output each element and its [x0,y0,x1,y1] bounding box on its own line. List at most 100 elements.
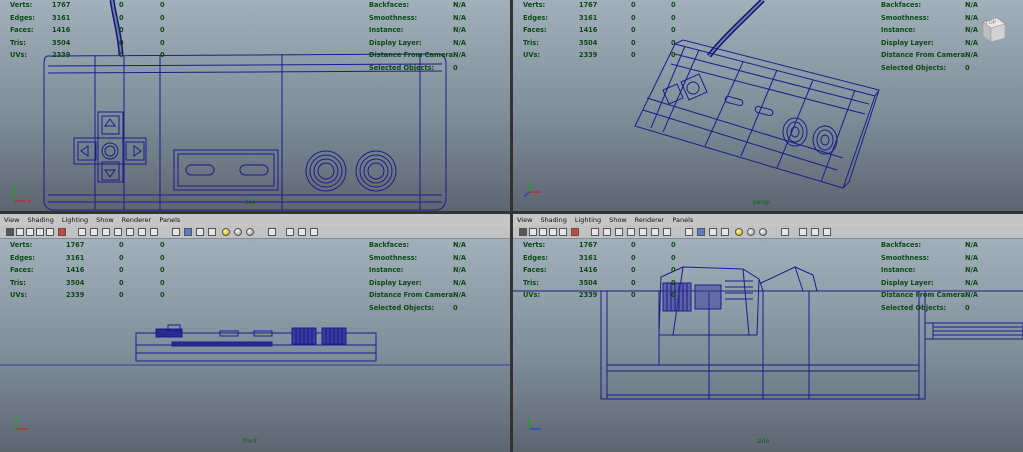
resolution-gate-icon[interactable] [615,228,623,236]
viewport-front[interactable]: Verts: 1767 0 0 Edges: 3161 0 0 Faces: 1416 0 0 T… [0,239,510,452]
stat-value: 1416 [52,26,71,34]
select-camera-icon[interactable] [6,228,14,236]
info-label: Display Layer: [881,38,934,47]
safe-action-icon[interactable] [651,228,659,236]
camera-attributes-icon[interactable] [529,228,537,236]
select-camera-icon[interactable] [519,228,527,236]
menu-renderer[interactable]: Renderer [635,214,665,226]
image-plane-icon[interactable] [549,228,557,236]
stat-value: 2339 [579,51,598,59]
grid-icon[interactable] [591,228,599,236]
shadows-icon[interactable] [234,228,242,236]
wireframe-on-shaded-icon[interactable] [709,228,717,236]
2d-pan-icon[interactable] [46,228,54,236]
grease-pencil-icon[interactable] [571,228,579,236]
menu-lighting[interactable]: Lighting [575,214,601,226]
stat-value: 0 [631,266,636,274]
use-all-lights-icon[interactable] [735,228,743,236]
safe-action-icon[interactable] [138,228,146,236]
horizontal-panel-divider[interactable] [0,211,1023,214]
stat-label: UVs: [10,51,28,59]
shadows-icon[interactable] [747,228,755,236]
menu-panels[interactable]: Panels [672,214,693,226]
camera-label: front [243,438,258,445]
menu-lighting[interactable]: Lighting [62,214,88,226]
info-value: N/A [453,38,467,47]
info-label: Display Layer: [369,38,422,47]
resolution-gate-icon[interactable] [102,228,110,236]
safe-title-icon[interactable] [150,228,158,236]
vertical-panel-divider[interactable] [510,0,513,452]
film-gate-icon[interactable] [90,228,98,236]
stat-label: Verts: [523,1,546,9]
use-all-lights-icon[interactable] [222,228,230,236]
xray-icon[interactable] [781,228,789,236]
stat-label: Tris: [10,278,26,287]
info-label: Selected Objects: [881,63,947,72]
axis-gizmo-icon [523,181,541,198]
safe-title-icon[interactable] [663,228,671,236]
stat-value: 0 [160,38,165,47]
camera-label: persp [753,199,770,206]
menu-show[interactable]: Show [96,214,114,226]
stat-label: UVs: [523,291,541,299]
viewcube[interactable]: TOP [977,14,1007,44]
stat-label: Tris: [523,38,539,47]
info-value: N/A [965,1,979,9]
isolate-select-icon[interactable] [286,228,294,236]
xray-joints-icon[interactable] [298,228,306,236]
film-gate-icon[interactable] [603,228,611,236]
stat-value: 0 [671,26,676,34]
gate-mask-icon[interactable] [627,228,635,236]
smooth-shade-icon[interactable] [184,228,192,236]
info-label: Distance From Camera: [881,51,968,59]
isolate-select-icon[interactable] [799,228,807,236]
menu-renderer[interactable]: Renderer [122,214,152,226]
smooth-shade-icon[interactable] [697,228,705,236]
stat-value: 0 [119,1,124,9]
menu-panels[interactable]: Panels [159,214,180,226]
bookmark-icon[interactable] [26,228,34,236]
info-label: Backfaces: [369,1,410,9]
high-quality-icon[interactable] [759,228,767,236]
poly-count-hud-side: Verts: 1767 0 0 Edges: 3161 0 0 Faces: 1416 0 0 T… [523,241,723,311]
viewport-side[interactable]: Verts: 1767 0 0 Edges: 3161 0 0 Faces: 1416 0 0 T… [513,239,1023,452]
backface-culling-icon[interactable] [823,228,831,236]
stat-value: 0 [671,38,676,47]
bookmark-icon[interactable] [539,228,547,236]
field-chart-icon[interactable] [639,228,647,236]
high-quality-icon[interactable] [246,228,254,236]
camera-attributes-icon[interactable] [16,228,24,236]
menu-view[interactable]: View [517,214,532,226]
stat-label: Edges: [523,13,548,22]
stat-value: 0 [119,278,124,287]
xray-icon[interactable] [268,228,276,236]
2d-pan-icon[interactable] [559,228,567,236]
menu-show[interactable]: Show [609,214,627,226]
info-value: N/A [453,266,467,274]
stat-value: 2339 [52,51,71,59]
menu-shading[interactable]: Shading [27,214,53,226]
info-value: N/A [965,51,979,59]
textured-icon[interactable] [721,228,729,236]
wireframe-on-shaded-icon[interactable] [196,228,204,236]
svg-text:x: x [27,198,31,205]
menu-view[interactable]: View [4,214,19,226]
grease-pencil-icon[interactable] [58,228,66,236]
field-chart-icon[interactable] [126,228,134,236]
wireframe-icon[interactable] [172,228,180,236]
backface-culling-icon[interactable] [310,228,318,236]
grid-icon[interactable] [78,228,86,236]
stat-value: 0 [631,38,636,47]
xray-joints-icon[interactable] [811,228,819,236]
menu-shading[interactable]: Shading [540,214,566,226]
object-info-hud-front: Backfaces: N/A Smoothness: N/A Instance: N/… [369,241,509,316]
viewport-persp[interactable]: Verts: 1767 0 0 Edges: 3161 0 0 Faces: 1416 0 0 T… [513,0,1023,211]
viewport-top[interactable]: Verts: 1767 0 0 Edges: 3161 0 0 Faces: 1416 0 0 T… [0,0,510,211]
stat-value: 1416 [66,266,85,274]
textured-icon[interactable] [208,228,216,236]
gate-mask-icon[interactable] [114,228,122,236]
stat-label: Faces: [523,266,547,274]
wireframe-icon[interactable] [685,228,693,236]
image-plane-icon[interactable] [36,228,44,236]
